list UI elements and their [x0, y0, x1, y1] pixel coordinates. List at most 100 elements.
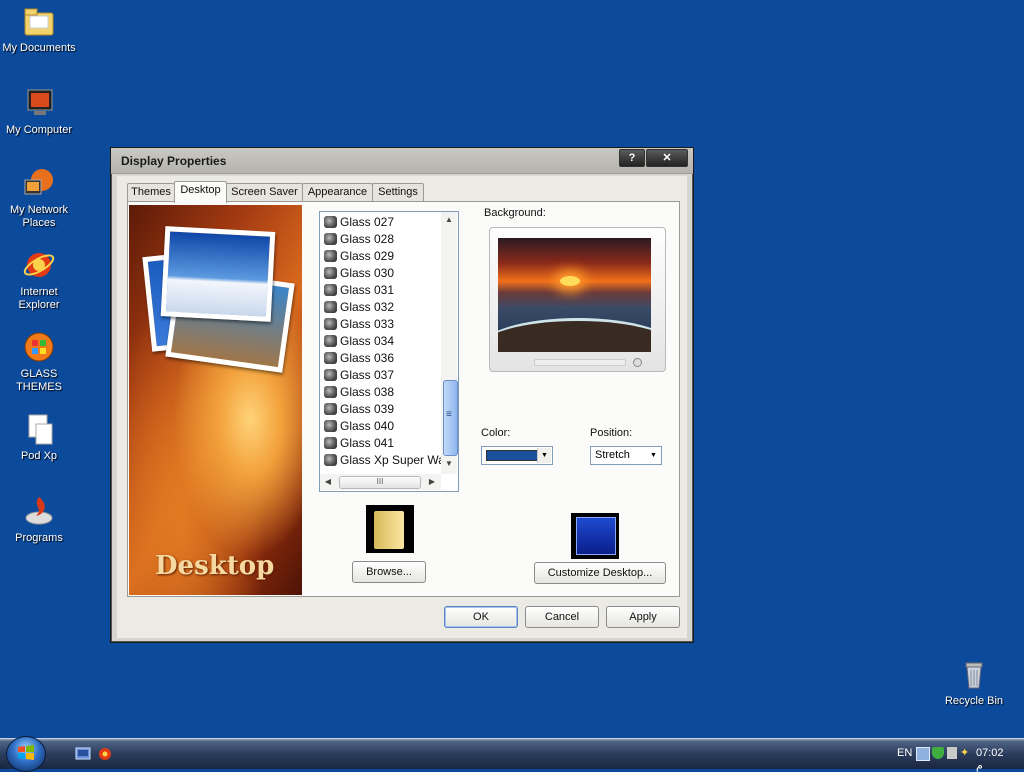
- close-button[interactable]: ✕: [646, 149, 688, 167]
- wallpaper-icon: [324, 403, 337, 415]
- tab-screen-saver[interactable]: Screen Saver: [226, 183, 303, 202]
- list-horizontal-scrollbar[interactable]: ◀ III ▶: [320, 474, 441, 490]
- background-list-item[interactable]: Glass 034: [324, 333, 394, 350]
- tab-desktop[interactable]: Desktop: [174, 181, 227, 203]
- background-list-item-label: Glass 041: [340, 436, 395, 450]
- background-list-item-label: Glass 034: [340, 334, 395, 348]
- background-preview-monitor: [489, 227, 666, 372]
- recycle-bin-icon: [957, 657, 991, 691]
- background-list-item[interactable]: Glass 041: [324, 435, 394, 452]
- wallpaper-icon: [324, 250, 337, 262]
- beach-shore: [498, 318, 651, 352]
- desktop-icon-label: Internet Explorer: [18, 286, 60, 311]
- wand-icon[interactable]: ✦: [960, 747, 972, 759]
- desktop-screen-graphic: [576, 517, 616, 555]
- desktop-icon-label: Recycle Bin: [944, 695, 1004, 707]
- internet-explorer-icon: [22, 248, 56, 282]
- desktop-icon-pod-xp[interactable]: Pod Xp: [0, 412, 78, 463]
- desktop-icon-my-computer[interactable]: My Computer: [0, 86, 78, 137]
- background-list-item[interactable]: Glass 031: [324, 282, 394, 299]
- background-list-item[interactable]: Glass 029: [324, 248, 394, 265]
- background-list-item[interactable]: Glass 030: [324, 265, 394, 282]
- background-list-item-label: Glass 031: [340, 283, 395, 297]
- display-properties-window: Display Properties ? ✕ Themes Desktop Sc…: [110, 147, 694, 643]
- internet-explorer-icon[interactable]: [97, 747, 113, 761]
- background-list-item[interactable]: Glass 032: [324, 299, 394, 316]
- list-scroll-thumb[interactable]: ≡: [443, 380, 458, 456]
- cancel-button[interactable]: Cancel: [525, 606, 599, 628]
- scroll-right-arrow-icon[interactable]: ▶: [424, 477, 440, 486]
- network-places-icon: [22, 166, 56, 200]
- background-list-item[interactable]: Glass 033: [324, 316, 394, 333]
- background-list-item[interactable]: Glass 037: [324, 367, 394, 384]
- banner-photo-front: [160, 226, 276, 322]
- scroll-grip-icon: ≡: [446, 409, 452, 420]
- desktop-icon-internet-explorer[interactable]: Internet Explorer: [0, 248, 78, 312]
- window-titlebar[interactable]: Display Properties ? ✕: [111, 148, 693, 174]
- wallpaper-icon: [324, 386, 337, 398]
- window-title: Display Properties: [121, 154, 227, 168]
- background-list-item-label: Glass 039: [340, 402, 395, 416]
- language-indicator[interactable]: EN: [897, 747, 912, 759]
- tab-settings[interactable]: Settings: [372, 183, 424, 202]
- start-button[interactable]: [6, 736, 46, 772]
- background-list-item-label: Glass 040: [340, 419, 395, 433]
- background-list-item[interactable]: Glass 028: [324, 231, 394, 248]
- background-list-item[interactable]: Glass 039: [324, 401, 394, 418]
- security-shield-icon[interactable]: [932, 747, 944, 759]
- my-documents-icon: [22, 4, 56, 38]
- background-list-item-label: Glass 036: [340, 351, 395, 365]
- desktop-icon-label: GLASS THEMES: [16, 368, 62, 393]
- scroll-up-arrow-icon[interactable]: ▲: [441, 215, 457, 224]
- background-list-item-label: Glass Xp Super Wall: [340, 453, 451, 467]
- customize-desktop-icon: [571, 513, 619, 559]
- windows-flag-icon: [18, 745, 34, 760]
- monitor-bezel-bar: [534, 359, 626, 366]
- scroll-down-arrow-icon[interactable]: ▼: [441, 459, 457, 468]
- tab-appearance[interactable]: Appearance: [302, 183, 373, 202]
- pod-xp-icon: [22, 412, 56, 446]
- background-list-item[interactable]: Glass 040: [324, 418, 394, 435]
- background-list-item[interactable]: Glass Xp Super Wall: [324, 452, 450, 469]
- wallpaper-icon: [324, 301, 337, 313]
- customize-desktop-button[interactable]: Customize Desktop...: [534, 562, 666, 584]
- chevron-down-icon: ▼: [647, 448, 660, 463]
- apply-button[interactable]: Apply: [606, 606, 680, 628]
- list-vertical-scrollbar[interactable]: ▲ ≡ ▼: [441, 212, 458, 474]
- desktop-icon-my-documents[interactable]: My Documents: [0, 4, 78, 55]
- background-list-item[interactable]: Glass 038: [324, 384, 394, 401]
- folder-icon: [366, 505, 414, 553]
- my-computer-icon: [22, 86, 56, 120]
- folder-shape: [374, 511, 404, 549]
- tab-themes[interactable]: Themes: [127, 183, 175, 202]
- background-list-item[interactable]: Glass 027: [324, 214, 394, 231]
- wallpaper-icon: [324, 318, 337, 330]
- help-button[interactable]: ?: [619, 149, 645, 167]
- background-list-item-label: Glass 029: [340, 249, 395, 263]
- color-picker[interactable]: ▼: [481, 446, 553, 465]
- wallpaper-icon: [324, 335, 337, 347]
- clock[interactable]: 07:02 م: [976, 747, 1004, 772]
- desktop-icon-network-places[interactable]: My Network Places: [0, 166, 78, 230]
- background-list-item-label: Glass 028: [340, 232, 395, 246]
- desktop-icon-label: My Computer: [5, 124, 73, 136]
- programs-icon: [22, 494, 56, 528]
- ok-button[interactable]: OK: [444, 606, 518, 628]
- position-select[interactable]: Stretch ▼: [590, 446, 662, 465]
- list-hscroll-thumb[interactable]: III: [339, 476, 421, 489]
- show-desktop-icon[interactable]: [75, 747, 91, 761]
- wallpaper-icon: [324, 437, 337, 449]
- background-list-item-label: Glass 027: [340, 215, 395, 229]
- desktop-icon-recycle-bin[interactable]: Recycle Bin: [935, 657, 1013, 708]
- scroll-left-arrow-icon[interactable]: ◀: [320, 477, 336, 486]
- background-list-item-label: Glass 033: [340, 317, 395, 331]
- wallpaper-icon: [324, 284, 337, 296]
- desktop-icon-label: My Documents: [2, 42, 76, 54]
- browse-button[interactable]: Browse...: [352, 561, 426, 583]
- background-listbox[interactable]: Glass 027 Glass 028 Glass 029 Glass 030 Glas…: [319, 211, 459, 492]
- desktop-icon-glass-themes[interactable]: GLASS THEMES: [0, 330, 78, 394]
- network-icon[interactable]: [916, 747, 930, 761]
- desktop-icon-programs[interactable]: Programs: [0, 494, 78, 545]
- background-list-item[interactable]: Glass 036: [324, 350, 394, 367]
- volume-icon[interactable]: [947, 747, 957, 759]
